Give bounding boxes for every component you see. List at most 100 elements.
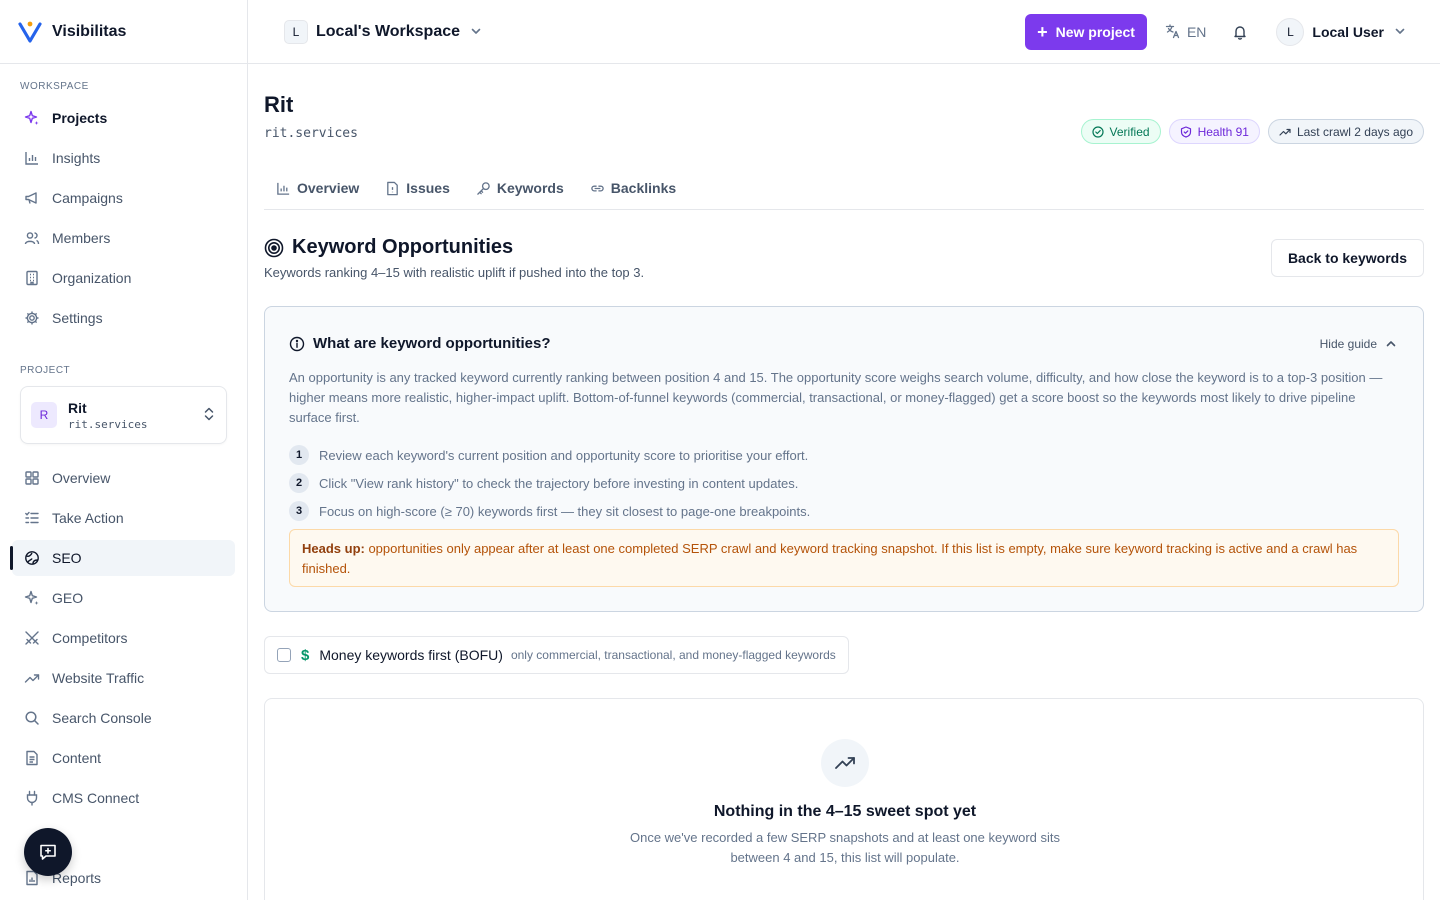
workspace-switcher[interactable]: L Local's Workspace [284, 19, 482, 44]
globe-icon [24, 550, 40, 566]
chat-fab-button[interactable] [24, 828, 72, 876]
sidebar-item-label: Content [52, 750, 102, 766]
last-crawl-badge: Last crawl 2 days ago [1267, 119, 1424, 144]
sidebar-item-insights[interactable]: Insights [12, 140, 235, 176]
sidebar-item-organization[interactable]: Organization [12, 260, 235, 296]
guide-description: An opportunity is any tracked keyword cu… [289, 370, 1383, 425]
opportunities-heading: Keyword Opportunities [264, 236, 513, 259]
bofu-checkbox[interactable] [277, 648, 291, 662]
sidebar-item-search-console[interactable]: Search Console [12, 700, 235, 736]
grid-icon [24, 470, 40, 486]
swords-icon [24, 630, 40, 646]
info-icon [289, 336, 305, 351]
list-check-icon [24, 510, 40, 526]
tab-keywords[interactable]: Keywords [464, 168, 578, 208]
project-switcher[interactable]: R Rit rit.services [20, 386, 227, 444]
user-menu[interactable]: L Local User [1276, 18, 1406, 46]
trending-up-icon [821, 739, 869, 787]
sidebar-item-geo[interactable]: GEO [12, 580, 235, 616]
health-badge-label: Health 91 [1197, 124, 1249, 139]
building-icon [24, 270, 40, 286]
opportunities-subtitle: Keywords ranking 4–15 with realistic upl… [264, 265, 645, 280]
heads-up-label: Heads up: [302, 541, 365, 556]
sidebar-item-label: Website Traffic [52, 670, 145, 686]
project-avatar: R [31, 402, 57, 428]
step-text: Click "View rank history" to check the t… [319, 475, 799, 491]
language-switcher[interactable]: EN [1165, 23, 1206, 42]
verified-badge: Verified [1080, 119, 1161, 144]
plus-icon: + [1037, 22, 1048, 42]
project-switcher-domain: rit.services [68, 417, 148, 431]
last-crawl-badge-label: Last crawl 2 days ago [1296, 124, 1413, 139]
sidebar-item-label: GEO [52, 590, 84, 606]
opportunities-title: Keyword Opportunities [292, 236, 514, 258]
guide-header: What are keyword opportunities? [289, 335, 551, 352]
sidebar-item-members[interactable]: Members [12, 220, 235, 256]
sidebar-item-content[interactable]: Content [12, 740, 235, 776]
bar-chart-icon [24, 150, 40, 166]
bofu-filter-label: Money keywords first (BOFU) [319, 647, 503, 663]
sidebar-item-label: Insights [52, 150, 101, 166]
workspace-section-label: WORKSPACE [20, 81, 89, 92]
trending-up-icon [1279, 126, 1291, 138]
sidebar-item-settings[interactable]: Settings [12, 300, 235, 336]
step-text: Review each keyword's current position a… [319, 447, 809, 463]
verified-badge-label: Verified [1109, 124, 1150, 139]
document-icon [24, 750, 40, 766]
sidebar-item-campaigns[interactable]: Campaigns [12, 180, 235, 216]
step-text: Focus on high-score (≥ 70) keywords firs… [319, 503, 811, 519]
megaphone-icon [24, 190, 40, 206]
sidebar-item-cms-connect[interactable]: CMS Connect [12, 780, 235, 816]
avatar: L [1276, 18, 1305, 46]
project-section-label: PROJECT [20, 365, 71, 376]
search-icon [24, 710, 40, 726]
guide-step: 2 Click "View rank history" to check the… [289, 469, 810, 497]
project-switcher-name: Rit [68, 399, 87, 416]
sidebar-item-competitors[interactable]: Competitors [12, 620, 235, 656]
status-badges: Verified Health 91 Last crawl 2 days ago [1080, 119, 1424, 144]
tab-backlinks[interactable]: Backlinks [578, 168, 690, 208]
topbar: L Local's Workspace + New project EN L L… [248, 0, 1440, 64]
brand-name: Visibilitas [52, 22, 127, 40]
message-plus-icon [40, 844, 56, 860]
sidebar: Visibilitas WORKSPACE Projects Insights … [0, 0, 248, 900]
visibilitas-logo-icon [18, 21, 42, 43]
sidebar-item-label: Members [52, 230, 111, 246]
guide-step: 3 Focus on high-score (≥ 70) keywords fi… [289, 497, 810, 525]
sidebar-item-label: Search Console [52, 710, 152, 726]
tab-label: Issues [406, 180, 450, 196]
heads-up-alert: Heads up: opportunities only appear afte… [289, 529, 1399, 587]
tab-issues[interactable]: Issues [373, 168, 464, 208]
new-project-button[interactable]: + New project [1025, 14, 1147, 50]
link-icon [590, 181, 605, 196]
sidebar-item-label: Competitors [52, 630, 128, 646]
bofu-filter-toggle[interactable]: $ Money keywords first (BOFU) only comme… [264, 636, 849, 674]
back-to-keywords-button[interactable]: Back to keywords [1270, 239, 1424, 277]
key-icon [476, 181, 491, 196]
sidebar-item-label: Projects [52, 110, 108, 126]
check-circle-icon [1091, 125, 1104, 138]
sidebar-item-take-action[interactable]: Take Action [12, 500, 235, 536]
sidebar-item-projects[interactable]: Projects [12, 100, 235, 136]
translate-icon [1165, 23, 1181, 42]
language-label: EN [1186, 24, 1207, 40]
chevron-down-icon [470, 24, 482, 40]
chevron-down-icon [1394, 24, 1406, 40]
sparkles-icon [24, 110, 40, 126]
brand[interactable]: Visibilitas [0, 0, 247, 64]
file-alert-icon [385, 181, 400, 196]
tab-label: Overview [297, 180, 360, 196]
workspace-name: Local's Workspace [316, 22, 461, 40]
sidebar-item-seo[interactable]: SEO [10, 540, 235, 576]
sidebar-item-label: Overview [52, 470, 111, 486]
bar-chart-icon [276, 181, 291, 196]
hide-guide-button[interactable]: Hide guide [1320, 337, 1397, 351]
sidebar-item-website-traffic[interactable]: Website Traffic [12, 660, 235, 696]
shield-icon [1180, 125, 1192, 138]
sidebar-item-overview[interactable]: Overview [12, 460, 235, 496]
notifications-button[interactable] [1232, 24, 1248, 40]
chevrons-up-down-icon [202, 406, 216, 425]
health-badge: Health 91 [1168, 119, 1260, 144]
tab-overview[interactable]: Overview [264, 168, 373, 208]
target-icon [264, 238, 284, 257]
